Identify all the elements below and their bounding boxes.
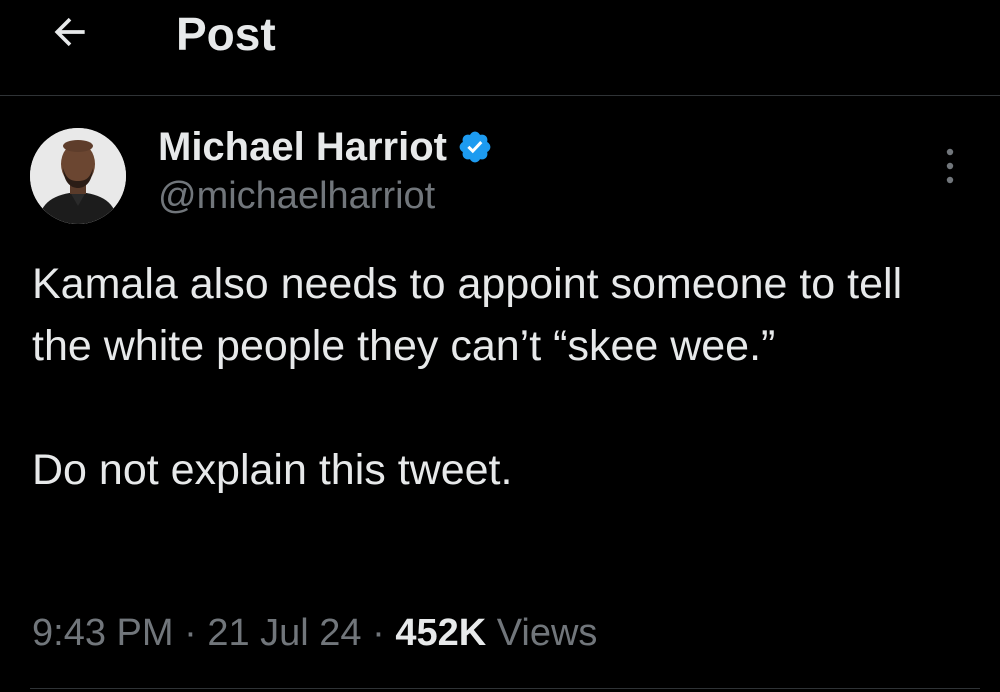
arrow-left-icon <box>54 17 85 47</box>
views-count[interactable]: 452K <box>395 612 486 654</box>
tweet-time[interactable]: 9:43 PM <box>32 612 174 654</box>
avatar[interactable] <box>30 128 126 224</box>
meta-separator: · <box>372 612 385 654</box>
divider <box>30 688 980 689</box>
tweet-paragraph: Kamala also needs to appoint someone to … <box>32 260 903 370</box>
tweet-paragraph: Do not explain this tweet. <box>32 446 513 494</box>
top-bar: Post <box>0 0 1000 96</box>
back-button[interactable] <box>38 4 102 60</box>
author-row: Michael Harriot <box>158 122 493 172</box>
author-name[interactable]: Michael Harriot <box>158 122 447 172</box>
tweet-date[interactable]: 21 Jul 24 <box>207 612 361 654</box>
tweet-body: Kamala also needs to appoint someone to … <box>32 253 972 501</box>
profile-photo <box>30 128 126 224</box>
more-options-button[interactable] <box>930 144 970 188</box>
verified-badge-icon[interactable] <box>457 129 493 165</box>
more-vertical-icon <box>946 148 954 184</box>
views-label: Views <box>496 612 598 654</box>
meta-separator: · <box>184 612 197 654</box>
page-title: Post <box>176 8 276 60</box>
author-handle[interactable]: @michaelharriot <box>158 172 435 220</box>
tweet-meta: 9:43 PM · 21 Jul 24 · 452K Views <box>32 606 597 660</box>
